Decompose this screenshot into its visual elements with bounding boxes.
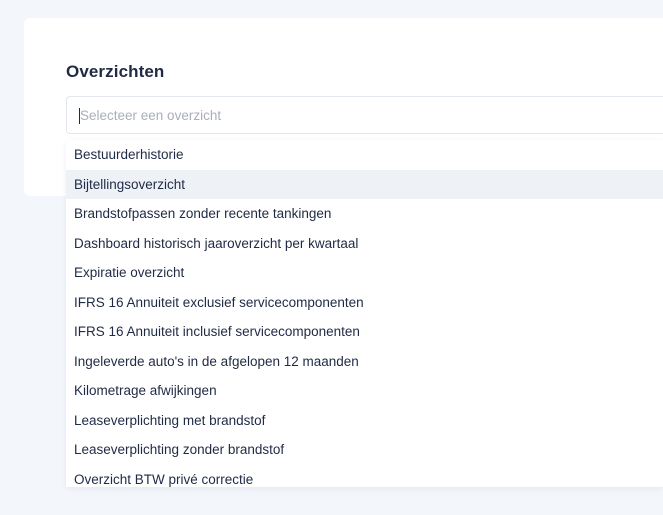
list-item[interactable]: Dashboard historisch jaaroverzicht per k…	[66, 229, 663, 259]
overview-dropdown-list[interactable]: Bestuurderhistorie Bijtellingsoverzicht …	[66, 140, 663, 487]
list-item[interactable]: Overzicht BTW privé correctie	[66, 465, 663, 488]
list-item[interactable]: Ingeleverde auto's in de afgelopen 12 ma…	[66, 347, 663, 377]
list-item[interactable]: Leaseverplichting met brandstof	[66, 406, 663, 436]
overview-select[interactable]	[66, 96, 663, 134]
list-item[interactable]: IFRS 16 Annuiteit inclusief servicecompo…	[66, 317, 663, 347]
list-item[interactable]: Bijtellingsoverzicht	[66, 169, 663, 199]
list-item[interactable]: Kilometrage afwijkingen	[66, 376, 663, 406]
section-title: Overzichten	[66, 62, 165, 81]
list-item[interactable]: IFRS 16 Annuiteit exclusief servicecompo…	[66, 288, 663, 318]
list-item[interactable]: Leaseverplichting zonder brandstof	[66, 435, 663, 465]
overview-search-input[interactable]	[80, 97, 640, 133]
list-item[interactable]: Brandstofpassen zonder recente tankingen	[66, 199, 663, 229]
list-item[interactable]: Bestuurderhistorie	[66, 140, 663, 170]
list-item[interactable]: Expiratie overzicht	[66, 258, 663, 288]
